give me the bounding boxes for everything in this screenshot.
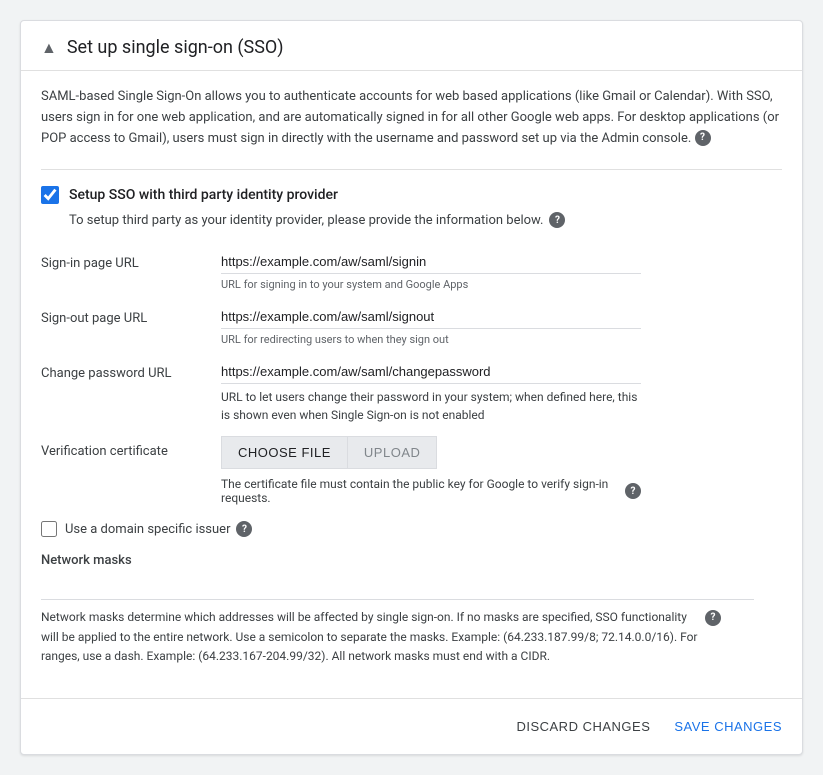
card-footer: DISCARD CHANGES SAVE CHANGES [21, 698, 802, 754]
domain-issuer-checkbox[interactable] [41, 521, 57, 537]
card-header: ▲ Set up single sign-on (SSO) [21, 21, 802, 71]
section-divider [41, 169, 782, 170]
sign-out-url-label: Sign-out page URL [41, 303, 221, 326]
sso-form: Sign-in page URL URL for signing in to y… [41, 248, 782, 505]
sign-in-url-label: Sign-in page URL [41, 248, 221, 271]
change-password-url-hint: URL to let users change their password i… [221, 388, 641, 424]
sign-out-url-row: Sign-out page URL URL for redirecting us… [41, 303, 782, 346]
network-masks-input[interactable] [41, 576, 754, 600]
sso-description: SAML-based Single Sign-On allows you to … [41, 87, 782, 149]
domain-issuer-row: Use a domain specific issuer ? [41, 521, 782, 537]
sign-out-url-field: URL for redirecting users to when they s… [221, 303, 782, 346]
change-password-url-input[interactable] [221, 358, 641, 384]
change-password-url-row: Change password URL URL to let users cha… [41, 358, 782, 424]
network-masks-label: Network masks [41, 553, 782, 568]
sso-checkbox[interactable] [41, 186, 59, 204]
domain-issuer-label[interactable]: Use a domain specific issuer ? [65, 521, 252, 537]
upload-button[interactable]: UPLOAD [347, 436, 437, 469]
sign-out-url-input[interactable] [221, 303, 641, 329]
cert-row: Verification certificate CHOOSE FILE UPL… [41, 436, 782, 505]
collapse-icon[interactable]: ▲ [41, 38, 57, 58]
choose-file-button[interactable]: CHOOSE FILE [221, 436, 347, 469]
cert-label: Verification certificate [41, 436, 221, 459]
sso-sub-description: To setup third party as your identity pr… [69, 212, 782, 228]
sign-in-url-input[interactable] [221, 248, 641, 274]
save-changes-button[interactable]: SAVE CHANGES [674, 711, 782, 742]
cert-hint: The certificate file must contain the pu… [221, 477, 641, 505]
cert-buttons: CHOOSE FILE UPLOAD [221, 436, 782, 469]
sub-description-help-icon[interactable]: ? [549, 212, 565, 228]
network-masks-help-icon[interactable]: ? [705, 610, 721, 626]
cert-help-icon[interactable]: ? [625, 483, 641, 499]
network-masks-hint: Network masks determine which addresses … [41, 608, 721, 666]
change-password-url-label: Change password URL [41, 358, 221, 381]
network-masks-section: Network masks Network masks determine wh… [41, 553, 782, 666]
sso-checkbox-label[interactable]: Setup SSO with third party identity prov… [69, 187, 338, 203]
sign-in-url-field: URL for signing in to your system and Go… [221, 248, 782, 291]
domain-issuer-help-icon[interactable]: ? [236, 521, 252, 537]
description-help-icon[interactable]: ? [695, 130, 711, 146]
change-password-url-field: URL to let users change their password i… [221, 358, 782, 424]
card-body: SAML-based Single Sign-On allows you to … [21, 71, 802, 682]
sign-in-url-row: Sign-in page URL URL for signing in to y… [41, 248, 782, 291]
page-title: Set up single sign-on (SSO) [67, 37, 284, 58]
sso-card: ▲ Set up single sign-on (SSO) SAML-based… [20, 20, 803, 755]
cert-field: CHOOSE FILE UPLOAD The certificate file … [221, 436, 782, 505]
sign-in-url-hint: URL for signing in to your system and Go… [221, 278, 641, 291]
sso-checkbox-row: Setup SSO with third party identity prov… [41, 186, 782, 204]
sign-out-url-hint: URL for redirecting users to when they s… [221, 333, 641, 346]
discard-changes-button[interactable]: DISCARD CHANGES [516, 711, 650, 742]
